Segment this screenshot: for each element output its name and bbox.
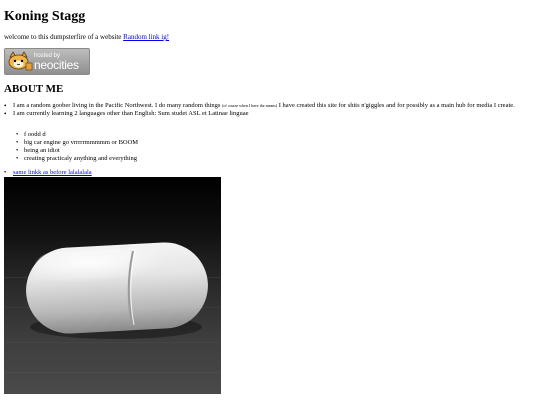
list-item: big car engine go vrrrrrmmmmm or BOOM [16, 139, 138, 147]
neocities-badge[interactable]: hosted by neocities [4, 48, 90, 75]
same-link[interactable]: same linkk as before lalalalala [13, 169, 92, 176]
about-heading: ABOUT ME [4, 83, 64, 95]
about-list: I am a random goober living in the Pacif… [4, 102, 532, 118]
same-link-item: same linkk as before lalalalala [4, 169, 92, 176]
intro-line: welcome to this dumpsterfire of a websit… [4, 33, 169, 41]
random-link[interactable]: Random link ig! [123, 33, 169, 41]
list-item: being an idiot [16, 147, 138, 155]
list-item: f oodd d [16, 131, 138, 139]
list-item: I am currently learning 2 languages othe… [4, 110, 532, 118]
hobby-list: f oodd d big car engine go vrrrrrmmmmm o… [16, 131, 138, 163]
intro-text: welcome to this dumpsterfire of a websit… [4, 33, 124, 41]
site-title: Koning Stagg [4, 9, 86, 24]
badge-brand: neocities [34, 58, 79, 72]
neocities-cat-icon [8, 51, 33, 71]
pill-image [4, 177, 221, 394]
list-item: creating practicaly anything and everyth… [16, 155, 138, 163]
list-item: I am a random goober living in the Pacif… [4, 102, 532, 110]
aside-note: (of course when I have the means) [222, 103, 278, 108]
